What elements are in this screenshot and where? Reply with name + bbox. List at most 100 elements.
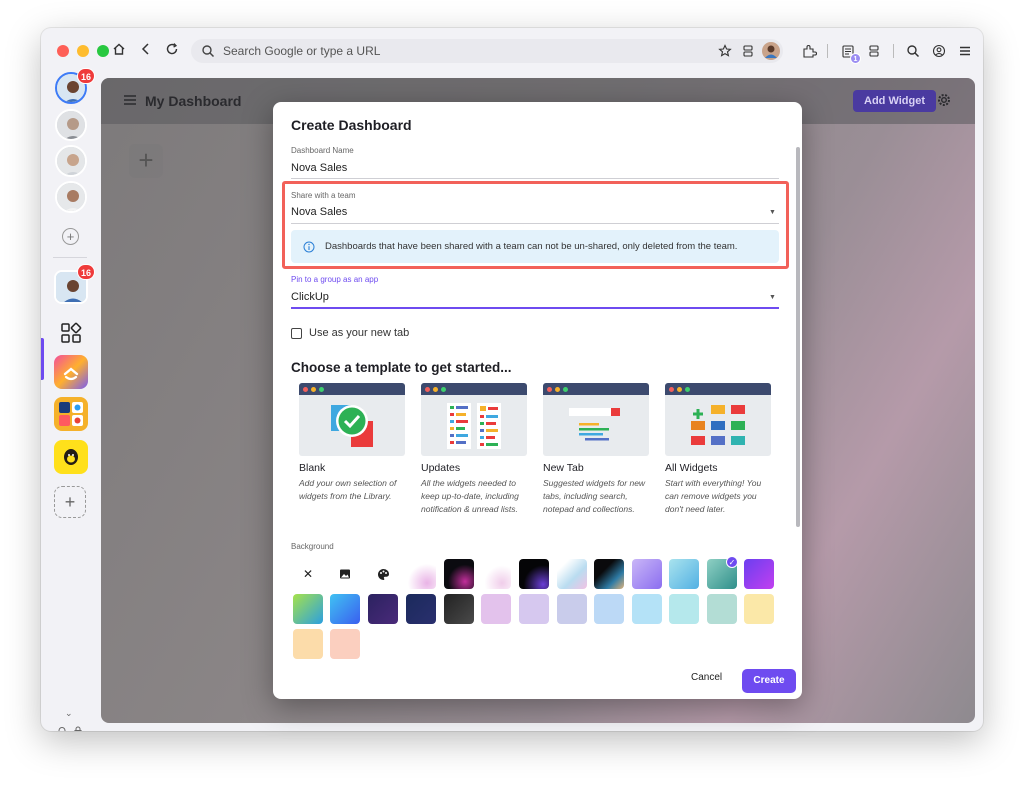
- background-swatch[interactable]: [669, 559, 699, 589]
- account-avatar-4[interactable]: [55, 181, 87, 213]
- image-background-icon[interactable]: [330, 559, 360, 589]
- maximize-window-button[interactable]: [97, 45, 109, 57]
- rail-divider: [53, 257, 87, 258]
- dialog-scrollbar[interactable]: [796, 147, 800, 527]
- background-swatch[interactable]: [669, 594, 699, 624]
- toolbar-separator: [893, 44, 894, 58]
- pin-group-select[interactable]: ClickUp: [291, 291, 329, 303]
- app-group-icon[interactable]: [54, 397, 88, 431]
- template-all-widgets[interactable]: All Widgets Start with everything! You c…: [665, 383, 775, 516]
- account-avatar-3[interactable]: [55, 145, 87, 177]
- gear-icon[interactable]: [937, 93, 951, 107]
- browser-toolbar: Search Google or type a URL 1: [41, 28, 983, 74]
- background-swatch[interactable]: [632, 594, 662, 624]
- background-swatch[interactable]: [594, 559, 624, 589]
- search-icon: [202, 45, 215, 58]
- reading-list-icon[interactable]: 1: [838, 41, 861, 64]
- notification-badge: 16: [77, 68, 96, 84]
- field-underline: [291, 178, 779, 179]
- all-widgets-template-illustration: [691, 405, 745, 445]
- background-swatch[interactable]: [368, 594, 398, 624]
- background-swatch[interactable]: [330, 594, 360, 624]
- new-tab-label: Use as your new tab: [309, 327, 410, 339]
- address-bar[interactable]: Search Google or type a URL: [191, 39, 783, 63]
- home-icon[interactable]: [110, 42, 128, 60]
- bookmark-star-icon[interactable]: [715, 41, 735, 61]
- info-text: Dashboards that have been shared with a …: [325, 241, 738, 252]
- bell-icon[interactable]: [56, 724, 68, 731]
- active-indicator: [41, 338, 44, 380]
- dashboard-name-input[interactable]: Nova Sales: [291, 162, 347, 174]
- background-swatch[interactable]: [632, 559, 662, 589]
- palette-icon[interactable]: [368, 559, 398, 589]
- template-thumbnail: [665, 383, 771, 456]
- add-widget-button[interactable]: Add Widget: [853, 90, 936, 112]
- template-thumbnail: [543, 383, 649, 456]
- background-swatch[interactable]: [744, 594, 774, 624]
- template-blank[interactable]: Blank Add your own selection of widgets …: [299, 383, 409, 503]
- template-name: New Tab: [543, 462, 584, 474]
- field-underline: [291, 223, 779, 224]
- reading-list-badge: 1: [850, 53, 861, 64]
- background-swatch[interactable]: [406, 594, 436, 624]
- template-heading: Choose a template to get started...: [291, 360, 512, 375]
- template-updates[interactable]: Updates All the widgets needed to keep u…: [421, 383, 531, 516]
- background-swatch[interactable]: [744, 559, 774, 589]
- window-controls: [57, 45, 109, 57]
- background-swatch[interactable]: [557, 594, 587, 624]
- background-swatch[interactable]: [444, 594, 474, 624]
- back-icon[interactable]: [137, 42, 155, 60]
- add-app-button[interactable]: +: [54, 486, 86, 518]
- close-window-button[interactable]: [57, 45, 69, 57]
- clickup-app-icon[interactable]: [54, 355, 88, 389]
- create-button[interactable]: Create: [742, 669, 796, 693]
- account-avatar-2[interactable]: [55, 109, 87, 141]
- reload-icon[interactable]: [163, 42, 181, 60]
- search-icon[interactable]: [903, 41, 923, 61]
- updates-template-illustration: [447, 403, 501, 449]
- add-tile-icon[interactable]: +: [129, 144, 163, 178]
- info-icon: [303, 241, 315, 252]
- background-swatch[interactable]: [519, 594, 549, 624]
- template-new-tab[interactable]: New Tab Suggested widgets for new tabs, …: [543, 383, 653, 516]
- background-swatch[interactable]: [594, 594, 624, 624]
- stack-icon[interactable]: [864, 41, 884, 61]
- mailchimp-app-icon[interactable]: [54, 440, 88, 474]
- dropdown-caret-icon[interactable]: ▼: [769, 294, 776, 301]
- cancel-button[interactable]: Cancel: [691, 672, 722, 683]
- background-swatch[interactable]: [293, 629, 323, 659]
- lock-icon[interactable]: [72, 724, 84, 731]
- background-swatch[interactable]: [406, 559, 436, 589]
- minimize-window-button[interactable]: [77, 45, 89, 57]
- account-icon[interactable]: [929, 41, 949, 61]
- selected-check-icon: ✓: [726, 556, 738, 568]
- extensions-icon[interactable]: [799, 41, 819, 61]
- menu-icon[interactable]: [955, 41, 975, 61]
- background-swatch[interactable]: [481, 594, 511, 624]
- profile-avatar[interactable]: [761, 41, 781, 61]
- new-tab-checkbox[interactable]: [291, 328, 302, 339]
- template-thumbnail: [421, 383, 527, 456]
- hamburger-icon[interactable]: [123, 94, 137, 106]
- field-underline-focused: [291, 307, 779, 309]
- dashboard-apps-icon[interactable]: [54, 316, 88, 350]
- add-account-icon[interactable]: +: [62, 228, 79, 245]
- pin-group-label: Pin to a group as an app: [291, 275, 379, 284]
- group-notification-badge: 16: [77, 264, 96, 280]
- chevron-down-icon[interactable]: ⌄: [65, 708, 73, 719]
- dialog-title: Create Dashboard: [291, 117, 412, 133]
- new-tab-template-illustration: [569, 408, 620, 441]
- background-swatch[interactable]: [293, 594, 323, 624]
- dropdown-caret-icon[interactable]: ▼: [769, 209, 776, 216]
- background-swatch[interactable]: [330, 629, 360, 659]
- background-swatch[interactable]: [557, 559, 587, 589]
- background-swatch[interactable]: [707, 594, 737, 624]
- template-thumbnail: [299, 383, 405, 456]
- no-background-icon[interactable]: ✕: [293, 559, 323, 589]
- background-swatch[interactable]: [519, 559, 549, 589]
- address-placeholder: Search Google or type a URL: [223, 44, 381, 58]
- background-swatch[interactable]: [444, 559, 474, 589]
- background-swatch[interactable]: [481, 559, 511, 589]
- tab-stack-icon[interactable]: [738, 41, 758, 61]
- share-team-select[interactable]: Nova Sales: [291, 206, 347, 218]
